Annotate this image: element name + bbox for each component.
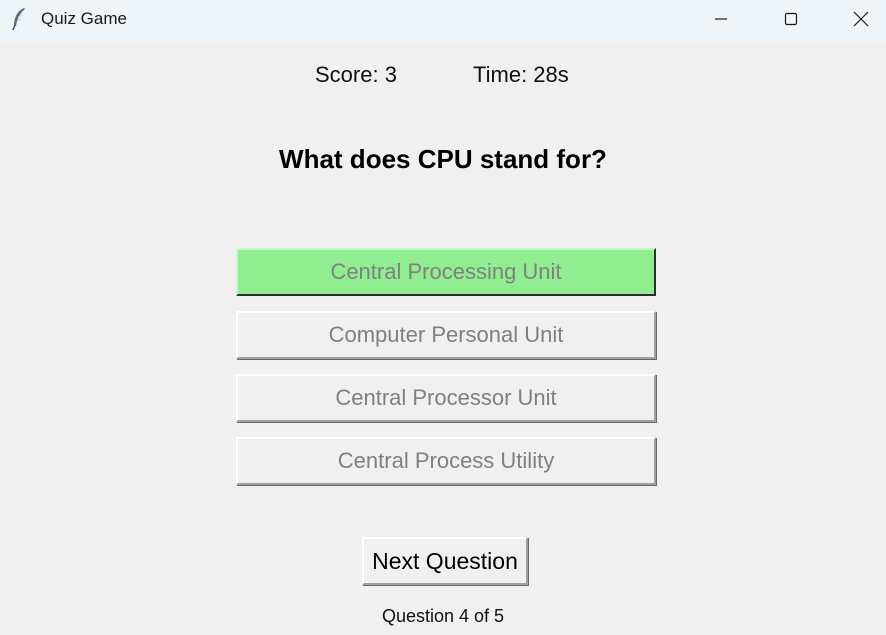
close-button[interactable] <box>830 0 886 38</box>
maximize-icon <box>784 12 798 26</box>
question-progress: Question 4 of 5 <box>381 606 505 626</box>
window-title: Quiz Game <box>41 9 127 28</box>
answer-option-1[interactable]: Central Processing Unit <box>236 248 656 296</box>
question-text: What does CPU stand for? <box>279 144 607 174</box>
answer-option-3[interactable]: Central Processor Unit <box>236 374 656 422</box>
next-question-button[interactable]: Next Question <box>362 537 528 585</box>
quiz-window: Quiz Game Score: 3 Time: 28s What does C… <box>0 0 886 635</box>
score-label: Score: 3 <box>315 62 397 87</box>
minimize-icon <box>715 18 727 20</box>
answer-option-4[interactable]: Central Process Utility <box>236 437 656 485</box>
feather-icon <box>11 7 27 31</box>
minimize-button[interactable] <box>690 0 752 38</box>
maximize-button[interactable] <box>760 0 822 38</box>
title-bar[interactable]: Quiz Game <box>0 0 886 42</box>
answer-option-2[interactable]: Computer Personal Unit <box>236 311 656 359</box>
timer-label: Time: 28s <box>473 62 569 87</box>
close-icon <box>853 11 869 27</box>
status-row: Score: 3 Time: 28s <box>0 62 886 90</box>
